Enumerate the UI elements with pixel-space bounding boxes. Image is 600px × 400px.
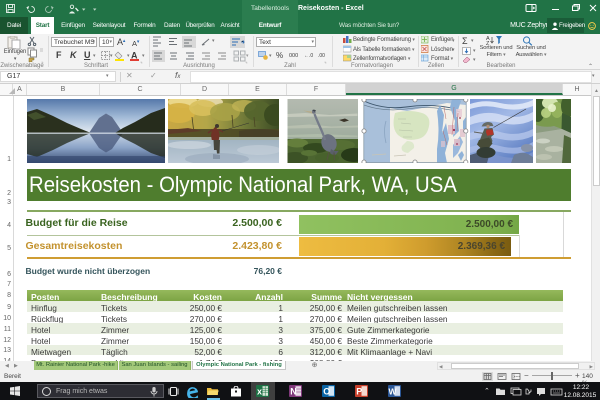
svg-text:W: W xyxy=(389,387,398,397)
svg-text:000: 000 xyxy=(289,53,298,59)
svg-text:O: O xyxy=(323,387,330,397)
svg-text:N: N xyxy=(290,387,297,397)
svg-text:P: P xyxy=(356,387,362,397)
svg-text:%: % xyxy=(276,51,283,60)
svg-text:x: x xyxy=(257,387,262,397)
svg-text:←.0: ←.0 xyxy=(304,53,313,59)
svg-text:.00: .00 xyxy=(318,53,325,59)
